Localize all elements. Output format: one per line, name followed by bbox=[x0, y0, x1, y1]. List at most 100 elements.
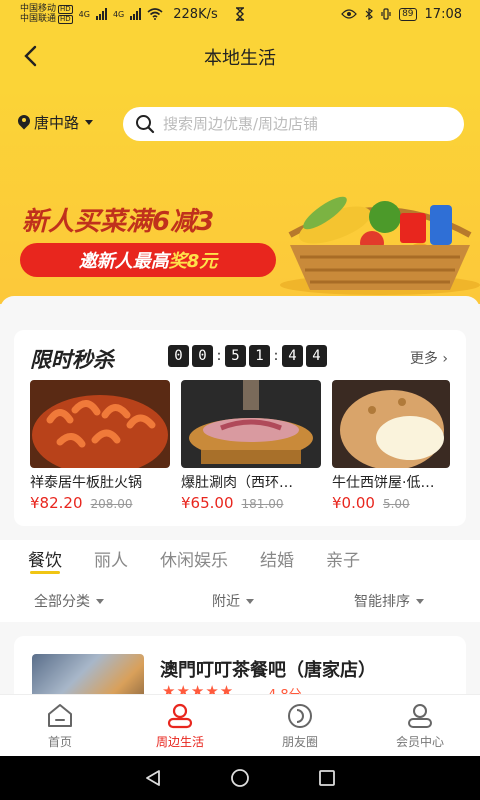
countdown-separator: : bbox=[273, 348, 279, 364]
bottom-nav-local-life[interactable]: 周边生活 bbox=[120, 695, 240, 756]
chevron-right-icon: › bbox=[437, 351, 448, 367]
product-item[interactable]: 爆肚涮肉（西环… ¥65.00 181.00 bbox=[181, 380, 321, 512]
carriers: 中国移动 HD 中国联通 HD bbox=[20, 4, 73, 24]
more-label: 更多 bbox=[409, 351, 438, 367]
product-old-price: 181.00 bbox=[241, 497, 284, 511]
flash-sale-card: 限时秒杀 0 0 : 5 1 : 4 4 更多 › 祥泰居牛板肚火锅 ¥82.2… bbox=[14, 330, 466, 526]
signal-icon bbox=[130, 8, 142, 20]
caret-down-icon bbox=[416, 598, 424, 604]
signal-icon bbox=[95, 8, 107, 20]
caret-down-icon bbox=[246, 598, 254, 604]
countdown-digit: 0 bbox=[192, 345, 213, 367]
shop-image bbox=[32, 654, 144, 696]
bottom-nav-label: 首页 bbox=[47, 735, 72, 749]
product-image bbox=[30, 380, 170, 468]
status-left: 中国移动 HD 中国联通 HD 4G 4G 228K/s bbox=[20, 4, 246, 24]
filter-sort[interactable]: 智能排序 bbox=[354, 591, 424, 611]
countdown-digit: 1 bbox=[249, 345, 270, 367]
banner-pill-accent: 奖8元 bbox=[168, 251, 218, 272]
filter-label: 附近 bbox=[212, 594, 240, 610]
product-item[interactable]: 祥泰居牛板肚火锅 ¥82.20 208.00 bbox=[30, 380, 170, 512]
product-prices: ¥82.20 208.00 bbox=[30, 494, 170, 512]
more-link[interactable]: 更多 › bbox=[410, 348, 448, 368]
search-bar[interactable] bbox=[123, 107, 464, 141]
product-name: 爆肚涮肉（西环… bbox=[181, 475, 293, 491]
bottom-nav-label: 会员中心 bbox=[395, 735, 444, 749]
bottom-nav-moments[interactable]: 朋友圈 bbox=[240, 695, 360, 756]
carrier-2: 中国联通 HD bbox=[20, 14, 73, 24]
person-icon bbox=[167, 703, 193, 729]
product-price: ¥0.00 bbox=[332, 494, 375, 512]
shop-card[interactable]: 澳門叮叮茶餐吧（唐家店） ★★★★★ 4.8分 bbox=[14, 636, 466, 696]
system-nav-bar bbox=[0, 756, 480, 800]
tab-leisure[interactable]: 休闲娱乐 bbox=[160, 540, 228, 580]
filter-label: 智能排序 bbox=[354, 594, 410, 610]
clock: 17:08 bbox=[424, 6, 462, 22]
filter-bar: 全部分类 附近 智能排序 bbox=[0, 580, 480, 622]
bottom-nav-home[interactable]: 首页 bbox=[0, 695, 120, 756]
page-title: 本地生活 bbox=[204, 48, 276, 69]
product-old-price: 5.00 bbox=[382, 497, 410, 511]
countdown-timer: 0 0 : 5 1 : 4 4 bbox=[168, 345, 327, 367]
countdown-digit: 0 bbox=[168, 345, 189, 367]
back-triangle-icon[interactable] bbox=[143, 768, 163, 788]
product-item[interactable]: 牛仕西饼屋·低… ¥0.00 5.00 bbox=[332, 380, 450, 512]
grocery-basket-illustration bbox=[280, 196, 480, 295]
product-prices: ¥0.00 5.00 bbox=[332, 494, 450, 512]
product-prices: ¥65.00 181.00 bbox=[181, 494, 321, 512]
location-label: 唐中路 bbox=[34, 114, 80, 132]
hd-badge: HD bbox=[58, 15, 73, 24]
shop-name: 澳門叮叮茶餐吧（唐家店） bbox=[160, 660, 376, 681]
banner-invite-pill[interactable]: 邀新人最高 奖8元 bbox=[20, 243, 276, 277]
product-old-price: 208.00 bbox=[90, 497, 133, 511]
bottom-nav-member[interactable]: 会员中心 bbox=[360, 695, 480, 756]
banner-title: 新人买菜满6减3 bbox=[22, 207, 215, 237]
recents-square-icon[interactable] bbox=[317, 768, 337, 788]
home-circle-icon[interactable] bbox=[230, 768, 250, 788]
network-speed: 228K/s bbox=[173, 6, 218, 22]
hd-badge: HD bbox=[58, 5, 73, 14]
bluetooth-icon bbox=[365, 8, 374, 20]
product-name: 牛仕西饼屋·低… bbox=[332, 475, 435, 491]
tab-beauty[interactable]: 丽人 bbox=[94, 540, 128, 580]
product-name: 祥泰居牛板肚火锅 bbox=[30, 475, 142, 491]
status-right: 89 17:08 bbox=[341, 7, 462, 22]
countdown-digit: 5 bbox=[225, 345, 246, 367]
status-bar: 中国移动 HD 中国联通 HD 4G 4G 228K/s 89 17:08 bbox=[0, 0, 480, 28]
product-price: ¥65.00 bbox=[181, 494, 234, 512]
caret-down-icon bbox=[96, 598, 104, 604]
caret-down-icon bbox=[85, 120, 94, 125]
promo-banner[interactable]: 新人买菜满6减3 邀新人最高 奖8元 bbox=[0, 165, 480, 295]
tab-wedding[interactable]: 结婚 bbox=[260, 540, 294, 580]
carrier-1-label: 中国移动 bbox=[20, 4, 57, 14]
network-type-1: 4G bbox=[78, 9, 90, 19]
carrier-1: 中国移动 HD bbox=[20, 4, 73, 14]
battery-icon: 89 bbox=[399, 7, 417, 21]
filter-label: 全部分类 bbox=[34, 594, 90, 610]
wifi-icon bbox=[147, 8, 163, 20]
filter-nearby[interactable]: 附近 bbox=[212, 591, 254, 611]
product-price: ¥82.20 bbox=[30, 494, 83, 512]
member-icon bbox=[408, 704, 432, 728]
top-nav: 本地生活 bbox=[0, 28, 480, 84]
bottom-nav-label: 朋友圈 bbox=[281, 735, 318, 749]
countdown-separator: : bbox=[216, 348, 222, 364]
carrier-2-label: 中国联通 bbox=[20, 14, 57, 24]
banner-pill-prefix: 邀新人最高 bbox=[78, 251, 169, 272]
hourglass-icon bbox=[235, 7, 244, 21]
category-tabs: 餐饮 丽人 休闲娱乐 结婚 亲子 bbox=[0, 540, 480, 580]
countdown-digit: 4 bbox=[306, 345, 327, 367]
search-icon bbox=[136, 115, 155, 134]
countdown-digit: 4 bbox=[282, 345, 303, 367]
network-type-2: 4G bbox=[112, 9, 125, 19]
search-input[interactable] bbox=[163, 115, 443, 133]
tab-family[interactable]: 亲子 bbox=[326, 540, 360, 580]
filter-all-categories[interactable]: 全部分类 bbox=[34, 591, 104, 611]
location-selector[interactable]: 唐中路 bbox=[18, 112, 94, 133]
tab-dining[interactable]: 餐饮 bbox=[28, 540, 62, 580]
vibrate-icon bbox=[381, 8, 391, 20]
bottom-nav-label: 周边生活 bbox=[155, 735, 204, 749]
flash-sale-title: 限时秒杀 bbox=[30, 348, 114, 372]
product-image bbox=[332, 380, 450, 468]
bottom-nav: 首页 周边生活 朋友圈 会员中心 bbox=[0, 694, 480, 756]
